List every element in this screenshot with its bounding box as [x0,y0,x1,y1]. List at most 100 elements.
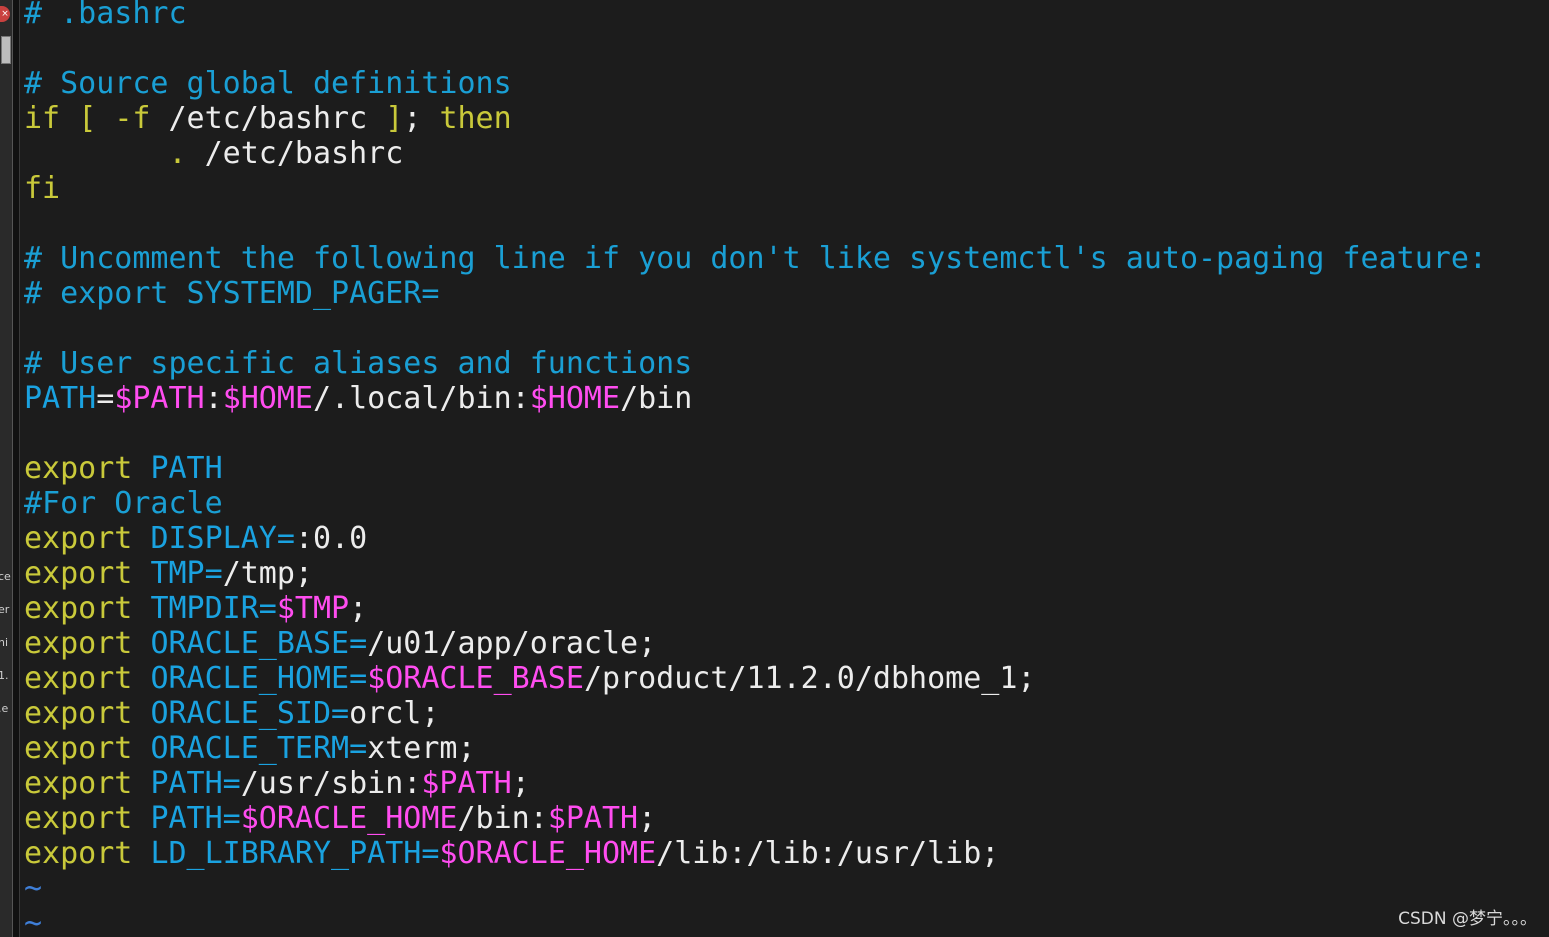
text-token: /etc/bashrc [186,136,404,171]
identifier-token: PATH [150,451,223,486]
identifier-token: PATH= [150,801,241,836]
code-line[interactable]: if [ -f /etc/bashrc ]; then [24,101,1549,136]
code-line[interactable]: # Uncomment the following line if you do… [24,241,1549,276]
keyword-token: export [24,801,133,836]
code-line[interactable]: #For Oracle [24,486,1549,521]
code-line[interactable]: PATH=$PATH:$HOME/.local/bin:$HOME/bin [24,381,1549,416]
left-panel-text-fragment: 1. [0,669,9,682]
keyword-token: export [24,696,133,731]
identifier-token: ORACLE_HOME= [150,661,368,696]
vim-editor-buffer[interactable]: # .bashrc # Source global definitions if [… [24,0,1549,937]
identifier-token: PATH= [150,766,241,801]
text-token: ; [349,591,368,626]
keyword-token: export [24,591,133,626]
text-token: orcl; [349,696,440,731]
keyword-token: export [24,556,133,591]
code-line[interactable]: export ORACLE_TERM=xterm; [24,731,1549,766]
code-line[interactable]: ~ [24,871,1549,906]
code-line[interactable] [24,416,1549,451]
code-line[interactable]: . /etc/bashrc [24,136,1549,171]
code-line[interactable]: export DISPLAY=:0.0 [24,521,1549,556]
identifier-token: ORACLE_SID= [150,696,350,731]
text-token: /etc/bashrc [150,101,386,136]
scrollbar-thumb[interactable] [1,36,11,64]
left-panel-text-fragment: .e [0,702,9,715]
text-token: /tmp; [222,556,313,591]
identifier-token: DISPLAY= [150,521,295,556]
keyword-token: if [24,101,61,136]
text-token: /bin: [457,801,548,836]
code-line[interactable]: export LD_LIBRARY_PATH=$ORACLE_HOME/lib:… [24,836,1549,871]
text-token: /u01/app/oracle; [367,626,657,661]
text-token: /lib:/lib:/usr/lib; [656,836,1000,871]
code-line[interactable]: # User specific aliases and functions [24,346,1549,381]
keyword-token: export [24,451,133,486]
code-line[interactable]: ~ [24,906,1549,937]
code-line[interactable] [24,31,1549,66]
code-line[interactable] [24,311,1549,346]
code-line[interactable]: export TMPDIR=$TMP; [24,591,1549,626]
empty-line-marker: ~ [24,906,43,937]
code-line[interactable]: export PATH [24,451,1549,486]
text-token: /bin [620,381,693,416]
variable-token: $ORACLE_BASE [367,661,584,696]
variable-token: $ORACLE_HOME [240,801,458,836]
code-line[interactable]: export PATH=/usr/sbin:$PATH; [24,766,1549,801]
variable-token: $PATH [421,766,512,801]
keyword-token: -f [114,101,151,136]
code-line[interactable]: # export SYSTEMD_PAGER= [24,276,1549,311]
text-token: ; [638,801,657,836]
text-token: : [204,381,223,416]
left-panel-text-fragment: ni [0,636,9,649]
identifier-token: PATH [24,381,97,416]
variable-token: $ORACLE_HOME [439,836,657,871]
code-line[interactable]: export ORACLE_HOME=$ORACLE_BASE/product/… [24,661,1549,696]
code-line[interactable]: # Source global definitions [24,66,1549,101]
text-token: /.local/bin: [313,381,530,416]
code-line[interactable] [24,206,1549,241]
text-token: xterm; [367,731,476,766]
close-icon[interactable]: × [0,6,10,22]
code-line[interactable]: export ORACLE_SID=orcl; [24,696,1549,731]
variable-token: $HOME [222,381,313,416]
code-line[interactable]: fi [24,171,1549,206]
identifier-token: LD_LIBRARY_PATH= [150,836,440,871]
keyword-token: export [24,626,133,661]
comment-token: #For Oracle [24,486,223,521]
text-token: /product/11.2.0/dbhome_1; [583,661,1036,696]
text-token: = [96,381,115,416]
keyword-token: ] [385,101,404,136]
pane-divider[interactable] [13,0,20,937]
variable-token: $TMP [276,591,350,626]
identifier-token: ORACLE_BASE= [150,626,368,661]
identifier-token: ORACLE_TERM= [150,731,368,766]
text-token: /usr/sbin: [240,766,422,801]
keyword-token: then [439,101,512,136]
keyword-token: export [24,521,133,556]
variable-token: $PATH [114,381,205,416]
code-line[interactable]: export PATH=$ORACLE_HOME/bin:$PATH; [24,801,1549,836]
left-panel-text-fragment: ce [0,570,11,583]
code-line[interactable]: export ORACLE_BASE=/u01/app/oracle; [24,626,1549,661]
keyword-token: export [24,836,133,871]
code-line[interactable]: # .bashrc [24,0,1549,31]
keyword-token: export [24,766,133,801]
variable-token: $HOME [529,381,621,416]
keyword-token: [ [78,101,97,136]
text-token: ; [403,101,440,136]
comment-token: # export SYSTEMD_PAGER= [24,276,440,311]
comment-token: # Source global definitions [24,66,512,101]
code-line[interactable]: export TMP=/tmp; [24,556,1549,591]
comment-token: # .bashrc [24,0,187,31]
text-token: ; [511,766,530,801]
